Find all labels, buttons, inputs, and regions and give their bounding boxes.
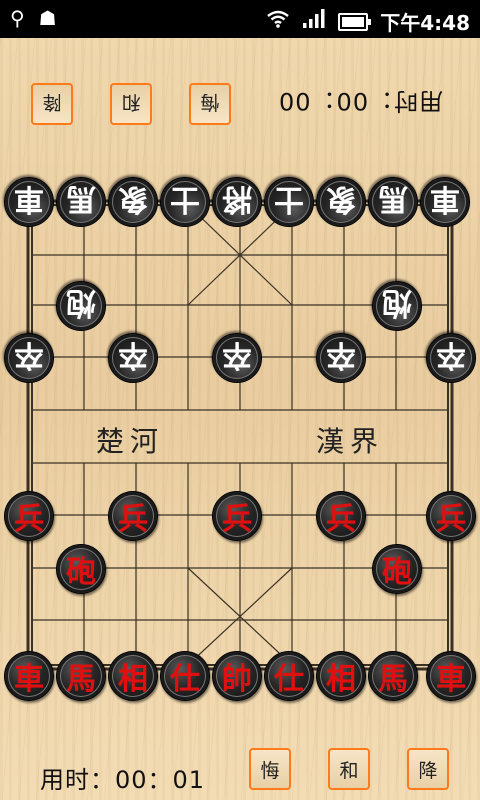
xiangqi-board[interactable]	[0, 38, 480, 738]
black-soldier-piece[interactable]: 卒	[212, 333, 262, 383]
piece-label: 砲	[66, 555, 96, 590]
black-cannon-piece[interactable]: 炮	[56, 281, 106, 331]
player-undo-button[interactable]: 悔	[249, 748, 291, 790]
player-surrender-button[interactable]: 降	[407, 748, 449, 790]
piece-label: 馬	[66, 662, 96, 697]
black-general-piece[interactable]: 將	[212, 177, 262, 227]
black-advisor-piece[interactable]: 士	[160, 177, 210, 227]
piece-label: 兵	[222, 502, 252, 537]
black-chariot-piece[interactable]: 車	[420, 177, 470, 227]
piece-label: 卒	[222, 337, 252, 372]
black-elephant-piece[interactable]: 象	[108, 177, 158, 227]
red-soldier-piece[interactable]: 兵	[4, 491, 54, 541]
piece-label: 車	[14, 662, 44, 697]
black-soldier-piece[interactable]: 卒	[426, 333, 476, 383]
signal-icon	[302, 9, 326, 34]
black-soldier-piece[interactable]: 卒	[108, 333, 158, 383]
piece-label: 馬	[66, 181, 96, 216]
river-right-text: 漢界	[316, 425, 385, 458]
piece-label: 車	[430, 181, 460, 216]
piece-label: 車	[14, 181, 44, 216]
wifi-icon	[266, 9, 290, 34]
player-draw-button[interactable]: 和	[328, 748, 370, 790]
piece-label: 象	[326, 181, 356, 216]
black-horse-piece[interactable]: 馬	[368, 177, 418, 227]
black-advisor-piece[interactable]: 士	[264, 177, 314, 227]
red-chariot-piece[interactable]: 車	[426, 651, 476, 701]
battery-icon	[338, 12, 372, 31]
piece-label: 卒	[118, 337, 148, 372]
usb-icon: ⚲	[10, 6, 25, 30]
piece-label: 馬	[378, 181, 408, 216]
red-horse-piece[interactable]: 馬	[368, 651, 418, 701]
piece-label: 卒	[436, 337, 466, 372]
player-timer: 用时：00：01	[40, 766, 206, 794]
piece-label: 仕	[274, 662, 304, 697]
red-cannon-piece[interactable]: 砲	[56, 544, 106, 594]
piece-label: 兵	[118, 502, 148, 537]
red-soldier-piece[interactable]: 兵	[212, 491, 262, 541]
red-soldier-piece[interactable]: 兵	[316, 491, 366, 541]
piece-label: 炮	[382, 285, 412, 320]
red-cannon-piece[interactable]: 砲	[372, 544, 422, 594]
black-chariot-piece[interactable]: 車	[4, 177, 54, 227]
piece-label: 士	[274, 181, 304, 216]
piece-label: 象	[118, 181, 148, 216]
red-horse-piece[interactable]: 馬	[56, 651, 106, 701]
red-advisor-piece[interactable]: 仕	[160, 651, 210, 701]
red-advisor-piece[interactable]: 仕	[264, 651, 314, 701]
player-surrender-label: 降	[418, 759, 438, 782]
red-soldier-piece[interactable]: 兵	[426, 491, 476, 541]
android-icon: ☗	[38, 6, 57, 30]
clock-time: 下午4:48	[380, 11, 470, 35]
piece-label: 將	[222, 181, 252, 216]
piece-label: 士	[170, 181, 200, 216]
river-left-text: 楚河	[96, 425, 165, 458]
player-draw-label: 和	[339, 759, 359, 782]
red-elephant-piece[interactable]: 相	[108, 651, 158, 701]
red-elephant-piece[interactable]: 相	[316, 651, 366, 701]
piece-label: 炮	[66, 285, 96, 320]
black-horse-piece[interactable]: 馬	[56, 177, 106, 227]
red-chariot-piece[interactable]: 車	[4, 651, 54, 701]
black-cannon-piece[interactable]: 炮	[372, 281, 422, 331]
piece-label: 相	[118, 662, 148, 697]
piece-label: 卒	[326, 337, 356, 372]
piece-label: 砲	[382, 555, 412, 590]
black-soldier-piece[interactable]: 卒	[4, 333, 54, 383]
player-undo-label: 悔	[260, 759, 280, 782]
red-soldier-piece[interactable]: 兵	[108, 491, 158, 541]
piece-label: 車	[436, 662, 466, 697]
black-elephant-piece[interactable]: 象	[316, 177, 366, 227]
status-bar: ⚲ ☗ 下午4:48	[0, 0, 480, 38]
piece-label: 卒	[14, 337, 44, 372]
piece-label: 兵	[436, 502, 466, 537]
piece-label: 相	[326, 662, 356, 697]
black-soldier-piece[interactable]: 卒	[316, 333, 366, 383]
red-general-piece[interactable]: 帥	[212, 651, 262, 701]
piece-label: 馬	[378, 662, 408, 697]
piece-label: 兵	[326, 502, 356, 537]
piece-label: 帥	[222, 662, 252, 697]
piece-label: 兵	[14, 502, 44, 537]
piece-label: 仕	[170, 662, 200, 697]
